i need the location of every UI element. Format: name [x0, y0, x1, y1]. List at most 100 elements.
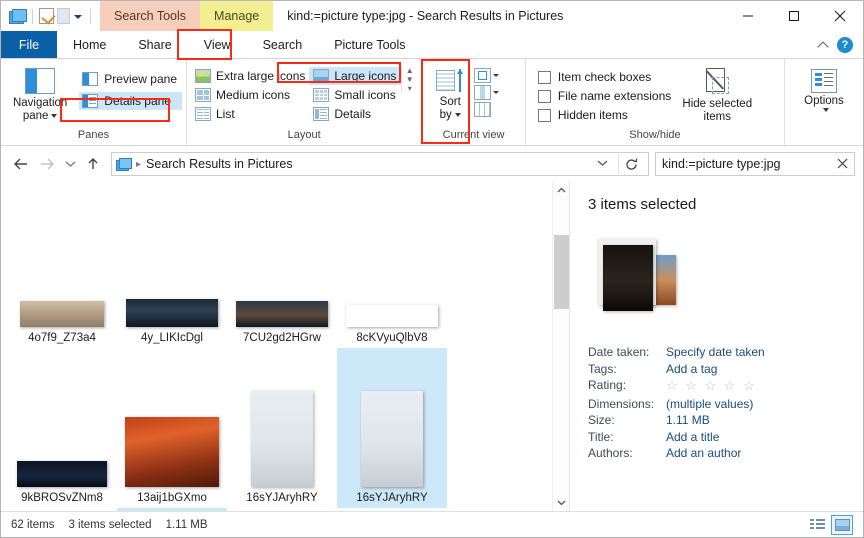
- file-thumbnail: [126, 299, 218, 327]
- file-item[interactable]: 9kBROSvZNm8: [7, 348, 117, 508]
- metadata-key: Date taken:: [588, 345, 666, 359]
- list-icon: [195, 107, 211, 121]
- options-button[interactable]: Options: [789, 64, 859, 112]
- file-item[interactable]: 13aij1bGXmo: [117, 348, 227, 508]
- details-heading: 3 items selected: [588, 196, 863, 213]
- recent-locations-button[interactable]: [61, 152, 79, 176]
- checkbox[interactable]: [538, 109, 551, 122]
- file-item[interactable]: 7CU2gd2HGrw: [227, 188, 337, 348]
- sort-by-button[interactable]: Sort by: [426, 64, 474, 122]
- details-view-icon: [313, 107, 329, 121]
- hide-selected-items-button[interactable]: Hide selected items: [671, 64, 763, 124]
- navigation-pane-button[interactable]: Navigation pane: [5, 64, 75, 123]
- scroll-up-icon[interactable]: ▲: [402, 66, 417, 75]
- file-item[interactable]: 16sYJAryhRY: [227, 348, 337, 508]
- group-by-icon: [474, 68, 491, 83]
- metadata-value[interactable]: Specify date taken: [666, 345, 863, 359]
- file-thumbnail: [346, 305, 438, 327]
- scroll-up-icon[interactable]: [553, 182, 570, 199]
- file-item[interactable]: 16sYJAryhRY: [337, 348, 447, 508]
- file-item[interactable]: 815r1b-1SSU: [117, 508, 227, 511]
- navigation-bar: ▸ Search Results in Pictures: [1, 146, 863, 182]
- preview-pane-button[interactable]: Preview pane: [79, 70, 182, 88]
- breadcrumb[interactable]: Search Results in Pictures: [146, 157, 587, 171]
- chevron-down-icon[interactable]: [455, 113, 461, 117]
- checkbox[interactable]: [538, 90, 551, 103]
- close-button[interactable]: [817, 1, 863, 31]
- vertical-scrollbar[interactable]: [552, 182, 569, 511]
- tab-search[interactable]: Search: [247, 31, 319, 58]
- scrollbar-track[interactable]: [553, 199, 570, 494]
- collapse-ribbon-icon[interactable]: [818, 39, 829, 50]
- chevron-down-icon[interactable]: [823, 108, 829, 112]
- chevron-down-icon[interactable]: [51, 114, 57, 118]
- hidden-items-option[interactable]: Hidden items: [538, 108, 671, 122]
- layout-list[interactable]: List: [191, 105, 309, 123]
- back-button[interactable]: [9, 152, 33, 176]
- tab-picture-tools[interactable]: Picture Tools: [318, 31, 421, 58]
- file-item[interactable]: AoCiNXiiEIU: [227, 508, 337, 511]
- new-folder-icon[interactable]: [57, 8, 70, 24]
- file-item[interactable]: 8cKVyuQlbV8: [337, 188, 447, 348]
- layout-label: Details: [334, 107, 371, 121]
- metadata-value[interactable]: Add an author: [666, 446, 863, 460]
- file-item[interactable]: 4o7f9_Z73a4: [7, 188, 117, 348]
- close-icon[interactable]: [833, 157, 848, 172]
- layout-details[interactable]: Details: [309, 105, 401, 123]
- preview-pane-label: Preview pane: [104, 72, 177, 86]
- chevron-down-icon[interactable]: [493, 74, 499, 77]
- minimize-button[interactable]: [725, 1, 771, 31]
- tab-share[interactable]: Share: [122, 31, 187, 58]
- address-dropdown-icon[interactable]: [592, 159, 613, 170]
- maximize-button[interactable]: [771, 1, 817, 31]
- address-bar[interactable]: ▸ Search Results in Pictures: [111, 152, 649, 176]
- refresh-button[interactable]: [618, 152, 644, 176]
- properties-icon[interactable]: [39, 8, 54, 24]
- folder-icon[interactable]: [9, 9, 26, 24]
- file-name: 4y_LIKIcDgl: [141, 332, 203, 344]
- checkbox[interactable]: [538, 71, 551, 84]
- scroll-down-icon[interactable]: ▼: [402, 75, 417, 84]
- tab-view[interactable]: View: [188, 31, 247, 58]
- tab-file[interactable]: File: [1, 31, 57, 58]
- details-pane-button[interactable]: Details pane: [79, 92, 182, 110]
- file-thumbnail: [251, 391, 313, 487]
- search-input[interactable]: [662, 157, 833, 171]
- chevron-down-icon[interactable]: [493, 91, 499, 94]
- large-icons-view-toggle[interactable]: [831, 515, 853, 535]
- search-box[interactable]: [655, 152, 855, 176]
- expand-gallery-icon[interactable]: ▾: [402, 84, 417, 93]
- layout-extra-large-icons[interactable]: Extra large icons: [191, 67, 309, 85]
- help-icon[interactable]: ?: [837, 37, 853, 53]
- metadata-value[interactable]: Add a title: [666, 430, 863, 444]
- add-columns-button[interactable]: [474, 85, 499, 100]
- up-button[interactable]: [81, 152, 105, 176]
- chevron-down-icon[interactable]: [73, 8, 84, 24]
- contextual-tab-search-tools[interactable]: Search Tools: [100, 1, 200, 31]
- metadata-key: Size:: [588, 413, 666, 427]
- tab-home[interactable]: Home: [57, 31, 122, 58]
- metadata-value[interactable]: (multiple values): [666, 397, 863, 411]
- file-grid[interactable]: 4o7f9_Z73a4 4y_LIKIcDgl 7CU2gd2HGrw8cKVyuQ…: [1, 182, 552, 511]
- group-by-button[interactable]: [474, 68, 499, 83]
- details-view-toggle[interactable]: [806, 515, 828, 535]
- file-item[interactable]: 815r1b-1SSU: [7, 508, 117, 511]
- metadata-value[interactable]: 1.11 MB: [666, 413, 863, 427]
- forward-button[interactable]: [35, 152, 59, 176]
- file-name-extensions-option[interactable]: File name extensions: [538, 89, 671, 103]
- layout-small-icons[interactable]: Small icons: [309, 86, 401, 104]
- item-check-boxes-option[interactable]: Item check boxes: [538, 70, 671, 84]
- file-item[interactable]: b1fuDczpg9c: [337, 508, 447, 511]
- details-pane-label: Details pane: [104, 94, 171, 108]
- layout-medium-icons[interactable]: Medium icons: [191, 86, 309, 104]
- metadata-value[interactable]: Add a tag: [666, 362, 863, 376]
- layout-large-icons[interactable]: Large icons: [309, 67, 401, 85]
- scroll-down-icon[interactable]: [553, 494, 570, 511]
- size-columns-button[interactable]: [474, 102, 499, 117]
- contextual-tab-manage[interactable]: Manage: [200, 1, 273, 31]
- scrollbar-thumb[interactable]: [554, 235, 569, 309]
- file-item[interactable]: 4y_LIKIcDgl: [117, 188, 227, 348]
- rating-stars[interactable]: ☆ ☆ ☆ ☆ ☆: [666, 378, 863, 394]
- title-bar: Search Tools Manage kind:=picture type:j…: [1, 1, 863, 31]
- large-icons-icon: [313, 69, 329, 83]
